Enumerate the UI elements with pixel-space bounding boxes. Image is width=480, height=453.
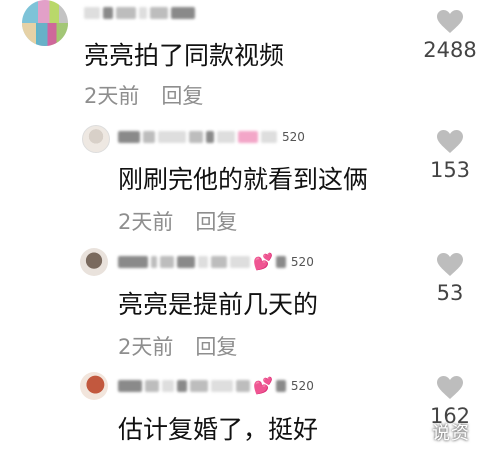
comment-item-1: 亮亮拍了同款视频 2天前 回复 2488 [0, 0, 480, 115]
heart-icon [437, 130, 463, 153]
username-blurred[interactable]: 💕 520 [118, 253, 314, 271]
avatar[interactable] [82, 125, 110, 153]
heart-sticker-icon: 💕 [253, 376, 273, 395]
comment-time: 2天前 [118, 210, 174, 234]
comment-item-3: 💕 520 亮亮是提前几天的 2天前 回复 53 [0, 245, 480, 360]
watermark: 说资 [432, 423, 470, 444]
user-badge: 520 [282, 130, 305, 144]
reply-button[interactable]: 回复 [195, 210, 237, 234]
username-blurred[interactable]: 💕 520 [118, 377, 314, 395]
comment-time: 2天前 [118, 335, 174, 359]
comment-item-2: 520 刚刷完他的就看到这俩 2天前 回复 153 [0, 120, 480, 234]
comment-meta: 2天前 回复 [118, 206, 237, 236]
heart-icon [437, 253, 463, 276]
comment-text: 刚刷完他的就看到这俩 [118, 165, 369, 194]
heart-icon [437, 10, 463, 33]
user-badge: 520 [290, 255, 314, 269]
comment-meta: 2天前 回复 [118, 331, 237, 361]
reply-button[interactable]: 回复 [195, 335, 237, 359]
username-blurred[interactable] [84, 4, 195, 22]
like-button[interactable]: 153 [420, 130, 480, 182]
comment-time: 2天前 [84, 84, 140, 108]
like-count: 2488 [423, 38, 477, 62]
avatar[interactable] [22, 0, 68, 46]
avatar[interactable] [80, 372, 108, 400]
comment-text: 亮亮是提前几天的 [118, 290, 319, 319]
comment-text: 估计复婚了，挺好 [118, 415, 319, 444]
heart-sticker-icon: 💕 [253, 252, 273, 271]
user-badge: 520 [290, 379, 314, 393]
comment-text: 亮亮拍了同款视频 [84, 41, 285, 70]
comment-item-4: 💕 520 估计复婚了，挺好 162 [0, 368, 480, 453]
like-button[interactable]: 2488 [420, 10, 480, 62]
username-blurred[interactable]: 520 [118, 128, 305, 146]
reply-button[interactable]: 回复 [161, 84, 203, 108]
like-count: 153 [429, 158, 471, 182]
avatar[interactable] [80, 248, 108, 276]
like-button[interactable]: 53 [420, 253, 480, 305]
like-count: 53 [436, 281, 464, 305]
heart-icon [437, 376, 463, 399]
comment-meta: 2天前 回复 [84, 80, 203, 110]
